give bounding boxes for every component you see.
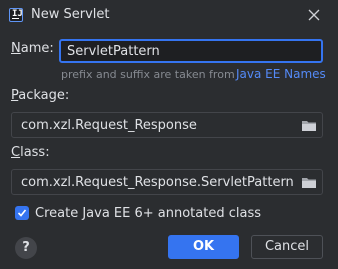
package-field[interactable]: com.xzl.Request_Response (11, 112, 323, 138)
name-input[interactable] (59, 39, 323, 63)
cancel-button[interactable]: Cancel (251, 235, 323, 259)
close-icon[interactable] (303, 4, 325, 26)
help-button[interactable]: ? (15, 237, 37, 259)
class-value: com.xzl.Request_Response.ServletPattern (21, 175, 294, 190)
name-hint: prefix and suffix are taken from (61, 68, 235, 81)
intellij-idea-icon: IJ (9, 8, 23, 22)
class-label: Class: (11, 145, 50, 160)
ok-button[interactable]: OK (168, 235, 239, 259)
annotated-class-label[interactable]: Create Java EE 6+ annotated class (35, 206, 261, 221)
package-label: Package: (11, 88, 70, 103)
window-title: New Servlet (31, 7, 110, 22)
package-value: com.xzl.Request_Response (21, 118, 197, 133)
checkmark-icon (17, 209, 27, 217)
folder-icon[interactable] (301, 119, 317, 132)
folder-icon[interactable] (301, 176, 317, 189)
java-ee-names-link[interactable]: Java EE Names (236, 67, 326, 81)
annotated-class-checkbox[interactable] (15, 206, 29, 220)
class-field[interactable]: com.xzl.Request_Response.ServletPattern (11, 169, 323, 195)
new-servlet-dialog: IJ New Servlet Name: prefix and suffix a… (0, 0, 338, 269)
title-bar: IJ New Servlet (0, 0, 338, 30)
name-label: Name: (11, 41, 54, 56)
